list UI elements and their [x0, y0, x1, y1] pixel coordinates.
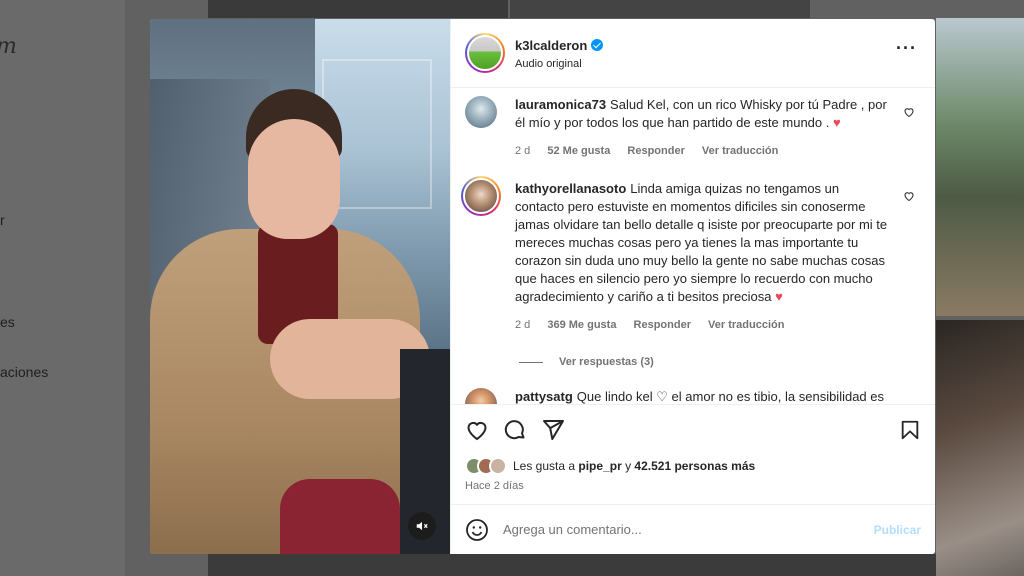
translate-button[interactable]: Ver traducción	[702, 145, 778, 157]
background-sidebar: m r es aciones	[0, 0, 126, 576]
comment-text: Linda amiga quizas no tengamos un contac…	[515, 181, 888, 304]
comment-meta: 2 d 369 Me gusta Responder Ver traducció…	[515, 316, 891, 334]
background-nav-item: es	[0, 314, 15, 330]
comment-time[interactable]: 2 d	[515, 319, 530, 331]
comments-list: lauramonica73 Salud Kel, con un rico Whis…	[451, 88, 935, 404]
comment-text: Que lindo kel ♡ el amor no es tibio, la …	[576, 389, 885, 404]
commenter-avatar[interactable]	[465, 96, 497, 128]
comment-item: pattysatg Que lindo kel ♡ el amor no es t…	[465, 388, 921, 404]
comment-item: lauramonica73 Salud Kel, con un rico Whis…	[465, 96, 921, 160]
emoji-icon[interactable]	[465, 518, 489, 542]
likes-user-link[interactable]: pipe_pr	[578, 459, 621, 473]
verified-badge-icon	[591, 38, 604, 51]
likes-others-link[interactable]: 42.521 personas más	[634, 459, 755, 473]
comment-username[interactable]: lauramonica73	[515, 97, 606, 112]
background-post-thumbnail	[936, 18, 1024, 316]
background-nav-item: r	[0, 212, 5, 228]
comment-input[interactable]	[503, 522, 874, 537]
reply-button[interactable]: Responder	[634, 319, 691, 331]
author-username[interactable]: k3lcalderon	[515, 38, 587, 53]
comment-username[interactable]: pattysatg	[515, 389, 573, 404]
save-bookmark-icon[interactable]	[899, 419, 921, 441]
view-replies-label: Ver respuestas (3)	[559, 356, 654, 368]
post-modal: k3lcalderon Audio original ··· lauramoni…	[150, 19, 935, 554]
likes-prefix: Les gusta a	[513, 459, 576, 473]
post-header: k3lcalderon Audio original ···	[451, 19, 935, 88]
comment-time[interactable]: 2 d	[515, 145, 530, 157]
commenter-avatar[interactable]	[465, 388, 497, 404]
background-nav-item: aciones	[0, 364, 49, 380]
comment-likes[interactable]: 369 Me gusta	[547, 319, 616, 331]
comment-bubble-icon[interactable]	[503, 418, 527, 442]
translate-button[interactable]: Ver traducción	[708, 319, 784, 331]
background-post-thumbnail	[510, 0, 810, 18]
reply-button[interactable]: Responder	[627, 145, 684, 157]
like-comment-heart-icon[interactable]	[903, 190, 915, 202]
likes-joiner: y	[625, 459, 632, 473]
post-video[interactable]	[150, 19, 450, 554]
add-comment-bar: Publicar	[451, 504, 935, 554]
like-comment-heart-icon[interactable]	[903, 106, 915, 118]
video-person-face	[248, 119, 340, 239]
more-horizontal-icon: ···	[896, 38, 917, 58]
author-avatar[interactable]	[465, 33, 505, 73]
comment-item: kathyorellanasoto Linda amiga quizas no t…	[461, 176, 921, 334]
like-heart-icon[interactable]	[465, 418, 489, 442]
video-person-pants	[280, 479, 400, 554]
view-replies-button[interactable]: Ver respuestas (3)	[519, 356, 921, 368]
comment-username[interactable]: kathyorellanasoto	[515, 181, 626, 196]
background-logo: m	[0, 34, 17, 59]
publish-button[interactable]: Publicar	[874, 523, 921, 537]
comment-likes[interactable]: 52 Me gusta	[547, 145, 610, 157]
likes-text: Les gusta a pipe_pr y 42.521 personas má…	[513, 459, 755, 473]
background-post-thumbnail	[208, 0, 508, 18]
post-actions	[451, 404, 935, 454]
share-paper-plane-icon[interactable]	[541, 418, 565, 442]
red-heart-emoji-icon: ♥	[832, 115, 841, 130]
speaker-muted-icon	[416, 521, 428, 531]
liker-avatar	[489, 457, 507, 475]
audio-label[interactable]: Audio original	[515, 58, 603, 70]
more-options-button[interactable]: ···	[896, 39, 917, 57]
post-time[interactable]: Hace 2 días	[451, 480, 935, 496]
commenter-avatar[interactable]	[461, 176, 501, 216]
comment-meta: 2 d 52 Me gusta Responder Ver traducción	[515, 142, 891, 160]
replies-divider	[519, 361, 543, 363]
red-heart-emoji-icon: ♥	[775, 289, 783, 304]
likes-summary: Les gusta a pipe_pr y 42.521 personas má…	[451, 454, 935, 478]
background-post-thumbnail	[936, 320, 1024, 576]
post-details-panel: k3lcalderon Audio original ··· lauramoni…	[450, 19, 935, 554]
background-post-thumbnail	[208, 554, 936, 576]
mute-button[interactable]	[408, 512, 436, 540]
